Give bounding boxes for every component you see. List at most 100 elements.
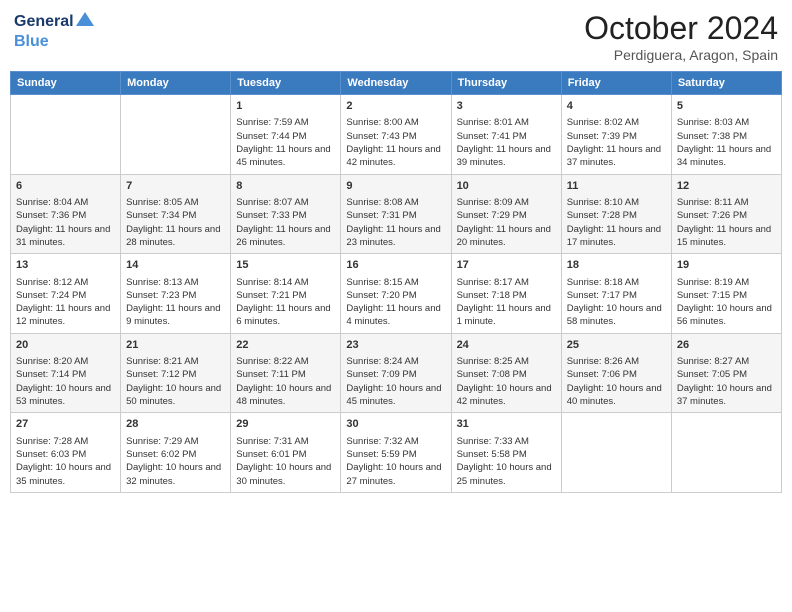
daylight-text: Daylight: 11 hours and 26 minutes. xyxy=(236,224,330,248)
calendar-cell: 20Sunrise: 8:20 AMSunset: 7:14 PMDayligh… xyxy=(11,333,121,413)
sunrise-text: Sunrise: 8:14 AM xyxy=(236,277,308,288)
daylight-text: Daylight: 11 hours and 28 minutes. xyxy=(126,224,220,248)
day-number: 27 xyxy=(16,417,115,432)
calendar-cell: 9Sunrise: 8:08 AMSunset: 7:31 PMDaylight… xyxy=(341,174,451,254)
day-number: 4 xyxy=(567,99,666,114)
sunrise-text: Sunrise: 8:01 AM xyxy=(457,117,529,128)
daylight-text: Daylight: 11 hours and 9 minutes. xyxy=(126,303,220,327)
calendar-cell: 18Sunrise: 8:18 AMSunset: 7:17 PMDayligh… xyxy=(561,254,671,334)
calendar-cell: 7Sunrise: 8:05 AMSunset: 7:34 PMDaylight… xyxy=(121,174,231,254)
calendar-cell xyxy=(11,95,121,175)
sunset-text: Sunset: 7:34 PM xyxy=(126,210,196,221)
calendar-cell: 26Sunrise: 8:27 AMSunset: 7:05 PMDayligh… xyxy=(671,333,781,413)
daylight-text: Daylight: 11 hours and 39 minutes. xyxy=(457,144,551,168)
daylight-text: Daylight: 10 hours and 53 minutes. xyxy=(16,383,111,407)
sunset-text: Sunset: 5:59 PM xyxy=(346,449,416,460)
calendar-week-row: 27Sunrise: 7:28 AMSunset: 6:03 PMDayligh… xyxy=(11,413,782,493)
sunset-text: Sunset: 6:01 PM xyxy=(236,449,306,460)
calendar-cell: 4Sunrise: 8:02 AMSunset: 7:39 PMDaylight… xyxy=(561,95,671,175)
sunset-text: Sunset: 7:06 PM xyxy=(567,369,637,380)
day-number: 3 xyxy=(457,99,556,114)
sunrise-text: Sunrise: 8:12 AM xyxy=(16,277,88,288)
title-area: October 2024 Perdiguera, Aragon, Spain xyxy=(584,10,778,63)
day-number: 14 xyxy=(126,258,225,273)
sunrise-text: Sunrise: 8:21 AM xyxy=(126,356,198,367)
sunrise-text: Sunrise: 8:08 AM xyxy=(346,197,418,208)
daylight-text: Daylight: 10 hours and 40 minutes. xyxy=(567,383,662,407)
calendar-cell: 3 Sunrise: 8:01 AM Sunset: 7:41 PM Daylight… xyxy=(451,95,561,175)
calendar-week-row: 1Sunrise: 7:59 AMSunset: 7:44 PMDaylight… xyxy=(11,95,782,175)
sunrise-text: Sunrise: 7:28 AM xyxy=(16,436,88,447)
daylight-text: Daylight: 10 hours and 48 minutes. xyxy=(236,383,331,407)
calendar-cell: 17Sunrise: 8:17 AMSunset: 7:18 PMDayligh… xyxy=(451,254,561,334)
daylight-text: Daylight: 10 hours and 58 minutes. xyxy=(567,303,662,327)
daylight-text: Daylight: 11 hours and 34 minutes. xyxy=(677,144,771,168)
sunrise-text: Sunrise: 8:04 AM xyxy=(16,197,88,208)
calendar-cell: 21Sunrise: 8:21 AMSunset: 7:12 PMDayligh… xyxy=(121,333,231,413)
day-header-monday: Monday xyxy=(121,72,231,95)
daylight-text: Daylight: 10 hours and 32 minutes. xyxy=(126,462,221,486)
daylight-text: Daylight: 10 hours and 35 minutes. xyxy=(16,462,111,486)
daylight-text: Daylight: 11 hours and 6 minutes. xyxy=(236,303,330,327)
calendar-cell: 22Sunrise: 8:22 AMSunset: 7:11 PMDayligh… xyxy=(231,333,341,413)
daylight-text: Daylight: 11 hours and 45 minutes. xyxy=(236,144,330,168)
day-number: 9 xyxy=(346,179,445,194)
sunrise-text: Sunrise: 8:03 AM xyxy=(677,117,749,128)
calendar-body: 1Sunrise: 7:59 AMSunset: 7:44 PMDaylight… xyxy=(11,95,782,493)
sunrise-text: Sunrise: 8:19 AM xyxy=(677,277,749,288)
sunrise-text: Sunrise: 8:26 AM xyxy=(567,356,639,367)
day-number: 5 xyxy=(677,99,776,114)
calendar-cell: 29Sunrise: 7:31 AMSunset: 6:01 PMDayligh… xyxy=(231,413,341,493)
day-number: 26 xyxy=(677,338,776,353)
sunrise-text: Sunrise: 8:20 AM xyxy=(16,356,88,367)
month-title: October 2024 xyxy=(584,10,778,47)
day-header-wednesday: Wednesday xyxy=(341,72,451,95)
daylight-text: Daylight: 10 hours and 50 minutes. xyxy=(126,383,221,407)
sunset-text: Sunset: 7:28 PM xyxy=(567,210,637,221)
logo-blue: Blue xyxy=(14,33,49,51)
sunrise-text: Sunrise: 8:02 AM xyxy=(567,117,639,128)
daylight-text: Daylight: 11 hours and 1 minute. xyxy=(457,303,551,327)
day-number: 16 xyxy=(346,258,445,273)
sunset-text: Sunset: 7:15 PM xyxy=(677,290,747,301)
sunset-text: Sunset: 7:41 PM xyxy=(457,131,527,142)
daylight-text: Daylight: 11 hours and 4 minutes. xyxy=(346,303,440,327)
sunrise-text: Sunrise: 8:11 AM xyxy=(677,197,749,208)
day-number: 7 xyxy=(126,179,225,194)
location: Perdiguera, Aragon, Spain xyxy=(584,47,778,63)
day-header-saturday: Saturday xyxy=(671,72,781,95)
sunset-text: Sunset: 7:20 PM xyxy=(346,290,416,301)
day-number: 28 xyxy=(126,417,225,432)
calendar-cell: 5Sunrise: 8:03 AMSunset: 7:38 PMDaylight… xyxy=(671,95,781,175)
calendar-cell: 23Sunrise: 8:24 AMSunset: 7:09 PMDayligh… xyxy=(341,333,451,413)
day-number: 13 xyxy=(16,258,115,273)
calendar-cell xyxy=(121,95,231,175)
daylight-text: Daylight: 11 hours and 12 minutes. xyxy=(16,303,110,327)
sunset-text: Sunset: 7:08 PM xyxy=(457,369,527,380)
daylight-text: Daylight: 10 hours and 25 minutes. xyxy=(457,462,552,486)
sunset-text: Sunset: 6:02 PM xyxy=(126,449,196,460)
day-number: 20 xyxy=(16,338,115,353)
day-number: 2 xyxy=(346,99,445,114)
day-number: 29 xyxy=(236,417,335,432)
calendar-cell: 6Sunrise: 8:04 AMSunset: 7:36 PMDaylight… xyxy=(11,174,121,254)
calendar-cell: 19Sunrise: 8:19 AMSunset: 7:15 PMDayligh… xyxy=(671,254,781,334)
sunrise-text: Sunrise: 8:25 AM xyxy=(457,356,529,367)
day-number: 8 xyxy=(236,179,335,194)
sunset-text: Sunset: 7:21 PM xyxy=(236,290,306,301)
daylight-text: Daylight: 11 hours and 17 minutes. xyxy=(567,224,661,248)
calendar-week-row: 6Sunrise: 8:04 AMSunset: 7:36 PMDaylight… xyxy=(11,174,782,254)
day-number: 1 xyxy=(236,99,335,114)
sunset-text: Sunset: 7:11 PM xyxy=(236,369,306,380)
sunrise-text: Sunrise: 8:09 AM xyxy=(457,197,529,208)
daylight-text: Daylight: 10 hours and 45 minutes. xyxy=(346,383,441,407)
sunset-text: Sunset: 7:33 PM xyxy=(236,210,306,221)
sunrise-text: Sunrise: 8:24 AM xyxy=(346,356,418,367)
daylight-text: Daylight: 10 hours and 27 minutes. xyxy=(346,462,441,486)
calendar-cell xyxy=(561,413,671,493)
daylight-text: Daylight: 11 hours and 37 minutes. xyxy=(567,144,661,168)
sunrise-text: Sunrise: 8:10 AM xyxy=(567,197,639,208)
calendar-cell: 31Sunrise: 7:33 AMSunset: 5:58 PMDayligh… xyxy=(451,413,561,493)
logo: General Blue xyxy=(14,10,94,50)
sunset-text: Sunset: 7:26 PM xyxy=(677,210,747,221)
